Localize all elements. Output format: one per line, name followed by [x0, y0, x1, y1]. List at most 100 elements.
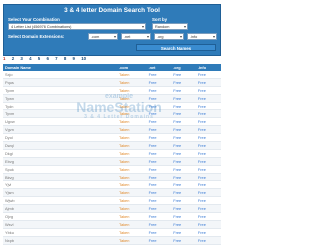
availability-cell[interactable]: Free	[146, 109, 172, 119]
availability-cell[interactable]: Free	[171, 117, 196, 127]
availability-cell[interactable]: Taken	[117, 133, 147, 143]
page-link[interactable]: 7	[55, 56, 57, 61]
availability-cell[interactable]: Taken	[117, 94, 147, 103]
availability-cell[interactable]: Free	[195, 204, 221, 214]
availability-cell[interactable]: Free	[146, 117, 172, 127]
availability-cell[interactable]: Free	[195, 236, 221, 245]
availability-cell[interactable]: Free	[195, 180, 221, 190]
availability-cell[interactable]: Free	[171, 141, 196, 150]
availability-cell[interactable]: Taken	[117, 125, 147, 135]
availability-cell[interactable]: Taken	[117, 196, 147, 206]
availability-cell[interactable]: Free	[195, 125, 221, 135]
availability-cell[interactable]: Free	[146, 236, 172, 245]
availability-cell[interactable]: Free	[171, 133, 196, 143]
availability-cell[interactable]: Taken	[117, 228, 147, 237]
availability-cell[interactable]: Taken	[117, 180, 147, 190]
availability-cell[interactable]: Free	[195, 212, 221, 221]
availability-cell[interactable]: Free	[146, 78, 172, 87]
availability-cell[interactable]: Free	[171, 94, 196, 103]
availability-cell[interactable]: Free	[171, 220, 196, 229]
availability-cell[interactable]: Free	[171, 165, 196, 174]
availability-cell[interactable]: Taken	[117, 236, 147, 245]
extension-select-4[interactable]: .info ▾	[187, 33, 217, 40]
availability-cell[interactable]: Free	[195, 173, 221, 182]
availability-cell[interactable]: Taken	[117, 141, 147, 150]
extension-select-1[interactable]: .com ▾	[88, 33, 118, 40]
extension-select-2[interactable]: .net ▾	[121, 33, 151, 40]
page-link-current[interactable]: 1	[3, 56, 5, 61]
availability-cell[interactable]: Taken	[117, 212, 147, 221]
availability-cell[interactable]: Taken	[117, 78, 147, 87]
availability-cell[interactable]: Free	[195, 109, 221, 119]
availability-cell[interactable]: Free	[146, 196, 172, 206]
availability-cell[interactable]: Free	[146, 180, 172, 190]
availability-cell[interactable]: Taken	[117, 71, 147, 79]
availability-cell[interactable]: Free	[171, 102, 196, 111]
availability-cell[interactable]: Free	[146, 212, 172, 221]
page-link[interactable]: 4	[29, 56, 31, 61]
availability-cell[interactable]: Free	[146, 149, 172, 158]
search-names-button[interactable]: Search Names	[136, 44, 216, 51]
availability-cell[interactable]: Free	[195, 141, 221, 150]
availability-cell[interactable]: Free	[171, 173, 196, 182]
availability-cell[interactable]: Free	[171, 86, 196, 95]
availability-cell[interactable]: Taken	[117, 149, 147, 158]
availability-cell[interactable]: Taken	[117, 204, 147, 214]
availability-cell[interactable]: Taken	[117, 157, 147, 166]
availability-cell[interactable]: Free	[195, 94, 221, 103]
availability-cell[interactable]: Free	[146, 125, 172, 135]
availability-cell[interactable]: Free	[195, 149, 221, 158]
page-link[interactable]: 8	[64, 56, 66, 61]
page-link[interactable]: 9	[73, 56, 75, 61]
availability-cell[interactable]: Free	[171, 204, 196, 214]
availability-cell[interactable]: Taken	[117, 220, 147, 229]
availability-cell[interactable]: Free	[146, 102, 172, 111]
page-link[interactable]: 10	[81, 56, 86, 61]
sort-select[interactable]: Random ▾	[152, 23, 188, 30]
availability-cell[interactable]: Free	[195, 188, 221, 198]
availability-cell[interactable]: Free	[171, 149, 196, 158]
availability-cell[interactable]: Taken	[117, 173, 147, 182]
availability-cell[interactable]: Free	[146, 173, 172, 182]
availability-cell[interactable]: Free	[146, 220, 172, 229]
availability-cell[interactable]: Taken	[117, 102, 147, 111]
availability-cell[interactable]: Free	[146, 188, 172, 198]
availability-cell[interactable]: Free	[195, 133, 221, 143]
availability-cell[interactable]: Free	[195, 165, 221, 174]
availability-cell[interactable]: Free	[195, 228, 221, 237]
availability-cell[interactable]: Free	[146, 94, 172, 103]
availability-cell[interactable]: Free	[171, 157, 196, 166]
availability-cell[interactable]: Free	[195, 220, 221, 229]
availability-cell[interactable]: Free	[146, 228, 172, 237]
page-link[interactable]: 6	[46, 56, 48, 61]
availability-cell[interactable]: Free	[195, 117, 221, 127]
availability-cell[interactable]: Free	[195, 102, 221, 111]
availability-cell[interactable]: Taken	[117, 165, 147, 174]
availability-cell[interactable]: Free	[171, 71, 196, 79]
availability-cell[interactable]: Free	[146, 141, 172, 150]
availability-cell[interactable]: Free	[171, 236, 196, 245]
availability-cell[interactable]: Free	[171, 212, 196, 221]
availability-cell[interactable]: Free	[195, 196, 221, 206]
availability-cell[interactable]: Free	[146, 204, 172, 214]
availability-cell[interactable]: Free	[171, 78, 196, 87]
availability-cell[interactable]: Free	[146, 133, 172, 143]
availability-cell[interactable]: Taken	[117, 86, 147, 95]
availability-cell[interactable]: Taken	[117, 188, 147, 198]
availability-cell[interactable]: Free	[171, 196, 196, 206]
page-link[interactable]: 3	[20, 56, 22, 61]
page-link[interactable]: 5	[38, 56, 40, 61]
combination-select[interactable]: 4 Letter List (456976 Combinations) ▾	[8, 23, 146, 30]
availability-cell[interactable]: Free	[146, 86, 172, 95]
availability-cell[interactable]: Free	[171, 180, 196, 190]
availability-cell[interactable]: Free	[146, 71, 172, 79]
availability-cell[interactable]: Free	[171, 109, 196, 119]
availability-cell[interactable]: Free	[195, 157, 221, 166]
availability-cell[interactable]: Free	[171, 188, 196, 198]
availability-cell[interactable]: Taken	[117, 109, 147, 119]
availability-cell[interactable]: Free	[146, 157, 172, 166]
availability-cell[interactable]: Free	[171, 125, 196, 135]
availability-cell[interactable]: Free	[195, 71, 221, 79]
availability-cell[interactable]: Free	[146, 165, 172, 174]
extension-select-3[interactable]: .org ▾	[154, 33, 184, 40]
